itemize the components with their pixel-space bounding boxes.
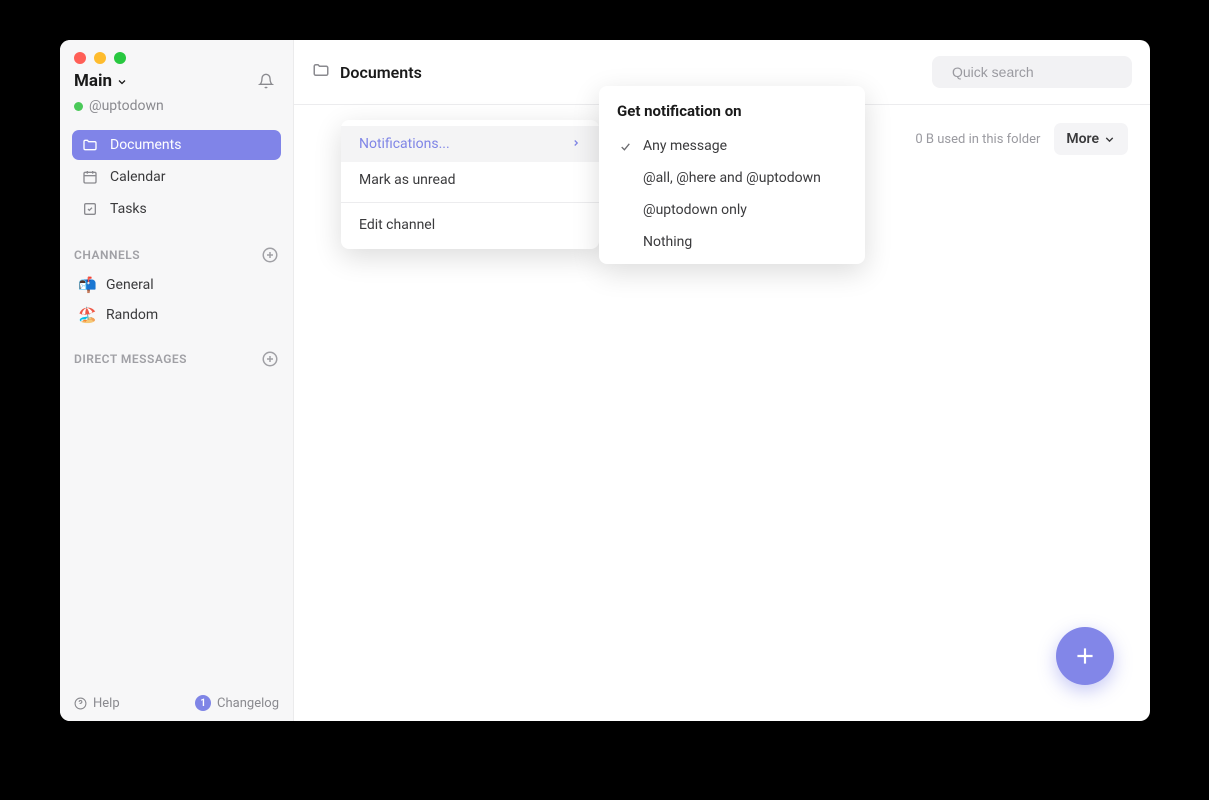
user-status[interactable]: @uptodown: [74, 98, 279, 114]
channel-emoji: 📬: [78, 276, 96, 294]
channel-label: General: [106, 277, 154, 293]
menu-item-label: Edit channel: [359, 217, 435, 233]
dm-label: DIRECT MESSAGES: [74, 352, 187, 366]
task-icon: [82, 201, 98, 217]
sidebar-item-label: Documents: [110, 137, 181, 153]
notif-option-any-message[interactable]: Any message: [599, 130, 865, 162]
help-label: Help: [93, 696, 120, 711]
dm-section-header: DIRECT MESSAGES: [60, 330, 293, 374]
folder-icon: [82, 137, 98, 153]
more-label: More: [1066, 131, 1099, 147]
changelog-button[interactable]: 1 Changelog: [195, 695, 279, 711]
menu-item-label: Mark as unread: [359, 172, 455, 188]
sidebar-footer: Help 1 Changelog: [60, 685, 293, 721]
menu-divider: [341, 202, 599, 203]
option-label: Any message: [643, 138, 727, 154]
sidebar-item-label: Tasks: [110, 201, 147, 217]
workspace-row: Main: [74, 68, 279, 94]
check-icon: [617, 140, 633, 153]
window-controls: [74, 52, 126, 64]
menu-item-mark-unread[interactable]: Mark as unread: [341, 162, 599, 198]
channels-label: CHANNELS: [74, 248, 140, 262]
app-window: Main @uptodown Documents: [60, 40, 1150, 721]
folder-usage-text: 0 B used in this folder: [915, 132, 1040, 147]
sidebar-item-tasks[interactable]: Tasks: [72, 194, 281, 224]
option-label: @uptodown only: [643, 202, 747, 218]
chevron-down-icon: [116, 76, 128, 88]
menu-item-notifications[interactable]: Notifications...: [341, 126, 599, 162]
more-button[interactable]: More: [1054, 123, 1128, 155]
notif-option-uptodown-only[interactable]: @uptodown only: [599, 194, 865, 226]
sidebar: Main @uptodown Documents: [60, 40, 294, 721]
channel-label: Random: [106, 307, 158, 323]
plus-icon: [1072, 643, 1098, 669]
workspace-name: Main: [74, 71, 112, 91]
chevron-right-icon: [571, 136, 581, 152]
bell-icon: [258, 73, 274, 89]
minimize-window-button[interactable]: [94, 52, 106, 64]
add-channel-button[interactable]: [261, 246, 279, 264]
search-input[interactable]: [952, 64, 1133, 80]
folder-icon: [312, 61, 330, 83]
username: @uptodown: [89, 98, 164, 114]
channel-context-menu: Notifications... Mark as unread Edit cha…: [341, 120, 599, 249]
channels-section-header: CHANNELS: [60, 226, 293, 270]
help-button[interactable]: Help: [74, 696, 120, 711]
menu-item-edit-channel[interactable]: Edit channel: [341, 207, 599, 243]
search-field[interactable]: [932, 56, 1132, 88]
option-label: Nothing: [643, 234, 692, 250]
primary-nav: Documents Calendar Tasks: [60, 120, 293, 226]
breadcrumb[interactable]: Documents: [312, 61, 422, 83]
notif-option-nothing[interactable]: Nothing: [599, 226, 865, 258]
presence-indicator: [74, 102, 83, 111]
sidebar-item-calendar[interactable]: Calendar: [72, 162, 281, 192]
channel-general[interactable]: 📬 General: [60, 270, 293, 300]
help-icon: [74, 697, 87, 710]
submenu-title: Get notification on: [599, 98, 865, 130]
sidebar-item-label: Calendar: [110, 169, 166, 185]
notif-option-mentions[interactable]: @all, @here and @uptodown: [599, 162, 865, 194]
plus-circle-icon: [261, 246, 279, 264]
create-button[interactable]: [1056, 627, 1114, 685]
notifications-button[interactable]: [253, 68, 279, 94]
changelog-badge: 1: [195, 695, 211, 711]
menu-item-label: Notifications...: [359, 136, 450, 152]
close-window-button[interactable]: [74, 52, 86, 64]
maximize-window-button[interactable]: [114, 52, 126, 64]
plus-circle-icon: [261, 350, 279, 368]
changelog-label: Changelog: [217, 696, 279, 711]
notifications-submenu: Get notification on Any message @all, @h…: [599, 86, 865, 264]
calendar-icon: [82, 169, 98, 185]
add-dm-button[interactable]: [261, 350, 279, 368]
option-label: @all, @here and @uptodown: [643, 170, 821, 186]
workspace-switcher[interactable]: Main: [74, 71, 128, 91]
channel-emoji: 🏖️: [78, 306, 96, 324]
breadcrumb-label: Documents: [340, 63, 422, 82]
sidebar-item-documents[interactable]: Documents: [72, 130, 281, 160]
chevron-down-icon: [1103, 133, 1116, 146]
channel-random[interactable]: 🏖️ Random: [60, 300, 293, 330]
